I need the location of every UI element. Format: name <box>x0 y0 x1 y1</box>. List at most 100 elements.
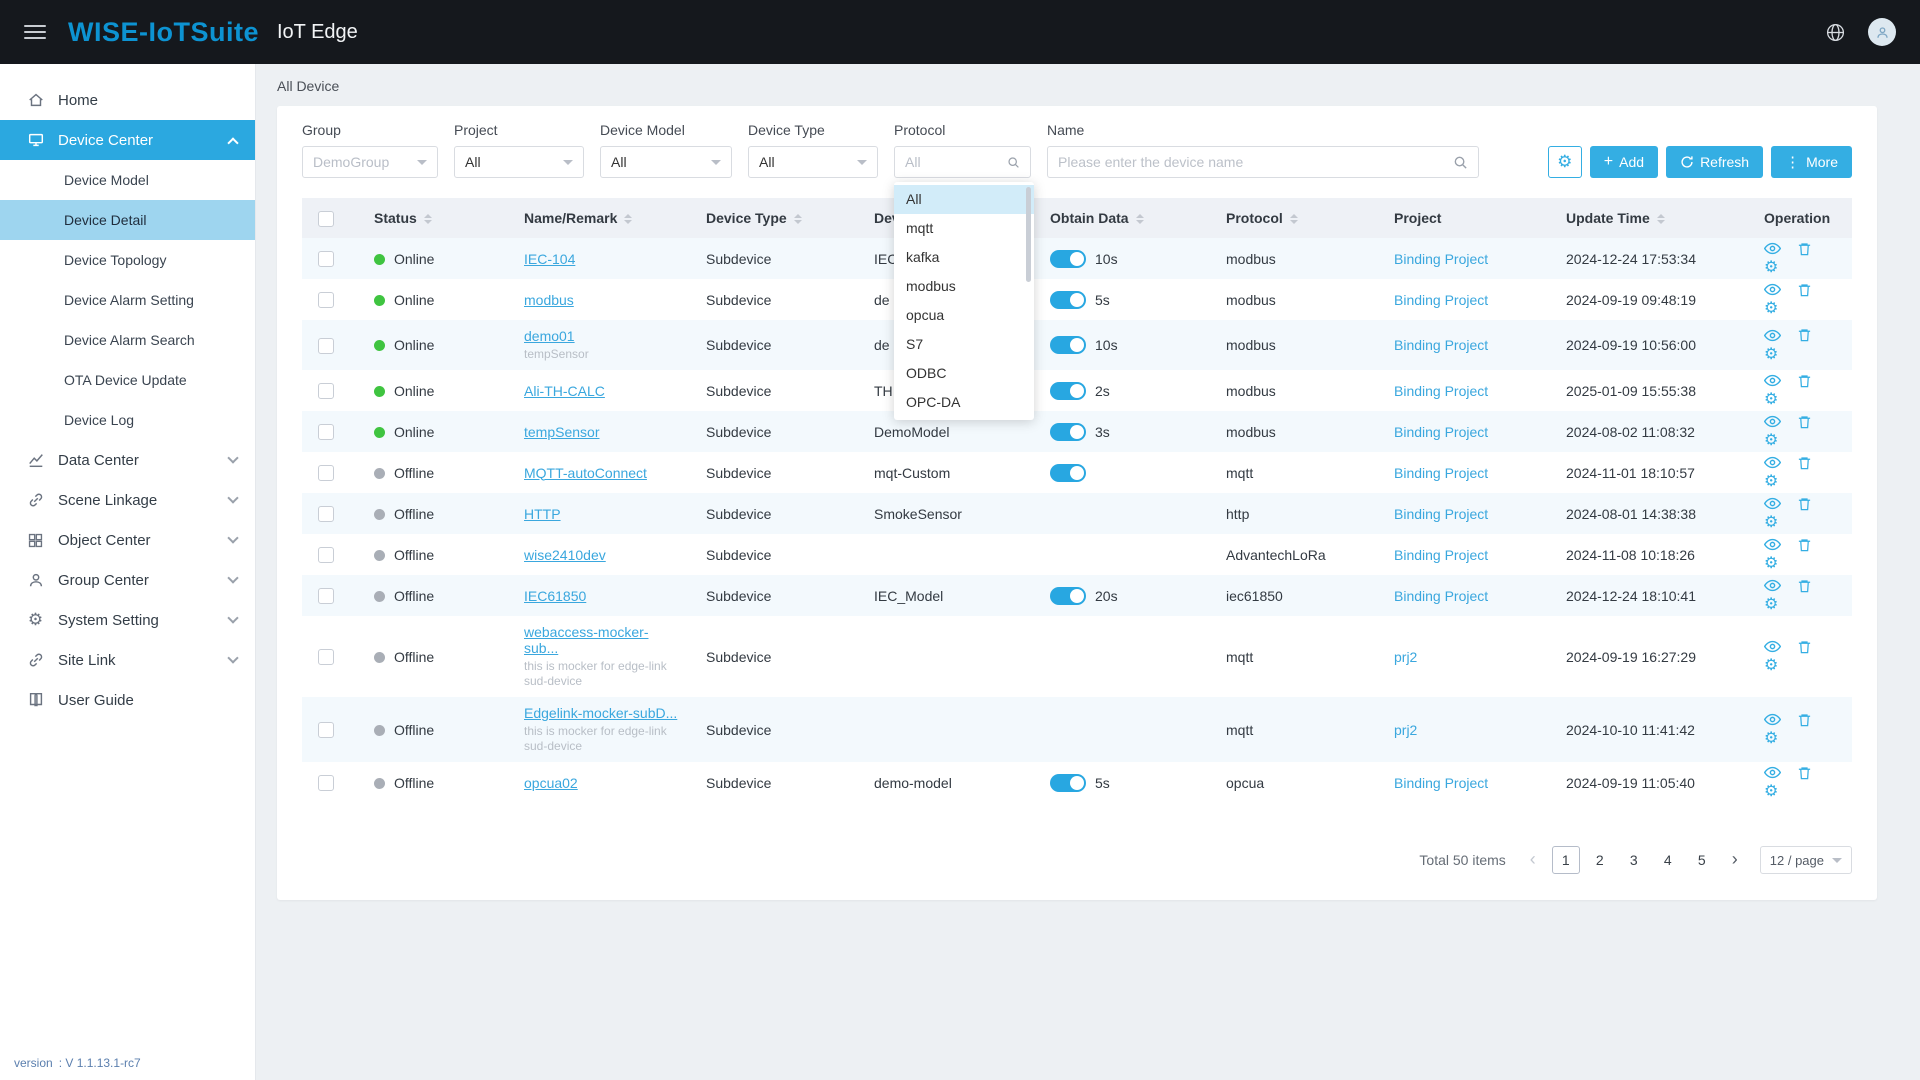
protocol-option-opcua[interactable]: opcua <box>894 301 1034 330</box>
next-page-button[interactable]: › <box>1722 846 1748 874</box>
device-name-link[interactable]: Edgelink-mocker-subD... <box>524 705 677 721</box>
device-name-link[interactable]: webaccess-mocker-sub... <box>524 624 648 656</box>
sidebar-item-site-link[interactable]: Site Link <box>0 640 255 680</box>
device-name-link[interactable]: modbus <box>524 292 574 308</box>
delete-icon[interactable] <box>1797 327 1812 343</box>
column-device-type[interactable]: Device Type <box>690 198 858 238</box>
sidebar-item-device-alarm-setting[interactable]: Device Alarm Setting <box>0 280 255 320</box>
delete-icon[interactable] <box>1797 712 1812 728</box>
delete-icon[interactable] <box>1797 414 1812 430</box>
row-checkbox[interactable] <box>318 251 334 267</box>
project-link[interactable]: Binding Project <box>1394 383 1488 399</box>
obtain-toggle[interactable] <box>1050 423 1086 441</box>
device-name-link[interactable]: MQTT-autoConnect <box>524 465 647 481</box>
settings-icon[interactable]: ⚙ <box>1764 553 1778 573</box>
settings-icon[interactable]: ⚙ <box>1764 471 1778 491</box>
sidebar-item-device-alarm-search[interactable]: Device Alarm Search <box>0 320 255 360</box>
sidebar-item-user-guide[interactable]: User Guide <box>0 680 255 720</box>
delete-icon[interactable] <box>1797 639 1812 655</box>
sidebar-item-data-center[interactable]: Data Center <box>0 440 255 480</box>
globe-icon[interactable] <box>1825 22 1846 43</box>
protocol-option-opc-da[interactable]: OPC-DA <box>894 388 1034 417</box>
row-checkbox[interactable] <box>318 588 334 604</box>
column-update-time[interactable]: Update Time <box>1550 198 1748 238</box>
project-link[interactable]: Binding Project <box>1394 588 1488 604</box>
delete-icon[interactable] <box>1797 241 1812 257</box>
page-button-5[interactable]: 5 <box>1688 846 1716 874</box>
project-link[interactable]: Binding Project <box>1394 424 1488 440</box>
view-icon[interactable] <box>1764 711 1781 728</box>
sort-icon[interactable] <box>1136 214 1144 224</box>
dropdown-scrollbar[interactable] <box>1026 187 1031 282</box>
row-checkbox[interactable] <box>318 649 334 665</box>
device-name-link[interactable]: tempSensor <box>524 424 599 440</box>
prev-page-button[interactable]: ‹ <box>1520 846 1546 874</box>
settings-icon[interactable]: ⚙ <box>1764 655 1778 675</box>
view-icon[interactable] <box>1764 577 1781 594</box>
sidebar-item-device-model[interactable]: Device Model <box>0 160 255 200</box>
column-protocol[interactable]: Protocol <box>1210 198 1378 238</box>
project-link[interactable]: Binding Project <box>1394 251 1488 267</box>
protocol-option-all[interactable]: All <box>894 185 1034 214</box>
protocol-option-kafka[interactable]: kafka <box>894 243 1034 272</box>
sidebar-item-device-topology[interactable]: Device Topology <box>0 240 255 280</box>
sidebar-item-object-center[interactable]: Object Center <box>0 520 255 560</box>
device-name-link[interactable]: IEC61850 <box>524 588 586 604</box>
project-link[interactable]: prj2 <box>1394 722 1417 738</box>
page-button-4[interactable]: 4 <box>1654 846 1682 874</box>
view-icon[interactable] <box>1764 536 1781 553</box>
view-icon[interactable] <box>1764 281 1781 298</box>
obtain-toggle[interactable] <box>1050 336 1086 354</box>
view-icon[interactable] <box>1764 372 1781 389</box>
obtain-toggle[interactable] <box>1050 382 1086 400</box>
delete-icon[interactable] <box>1797 496 1812 512</box>
delete-icon[interactable] <box>1797 282 1812 298</box>
sidebar-item-scene-linkage[interactable]: Scene Linkage <box>0 480 255 520</box>
project-link[interactable]: prj2 <box>1394 649 1417 665</box>
row-checkbox[interactable] <box>318 547 334 563</box>
settings-icon[interactable]: ⚙ <box>1764 594 1778 614</box>
device-name-link[interactable]: HTTP <box>524 506 561 522</box>
project-select[interactable]: All <box>454 146 584 178</box>
sidebar-item-home[interactable]: Home <box>0 80 255 120</box>
view-icon[interactable] <box>1764 454 1781 471</box>
column-settings-button[interactable]: ⚙ <box>1548 146 1582 178</box>
device-name-link[interactable]: wise2410dev <box>524 547 606 563</box>
sidebar-item-device-center[interactable]: Device Center <box>0 120 255 160</box>
obtain-toggle[interactable] <box>1050 291 1086 309</box>
select-all-checkbox[interactable] <box>318 211 334 227</box>
settings-icon[interactable]: ⚙ <box>1764 389 1778 409</box>
row-checkbox[interactable] <box>318 506 334 522</box>
view-icon[interactable] <box>1764 327 1781 344</box>
protocol-option-odbc[interactable]: ODBC <box>894 359 1034 388</box>
sort-icon[interactable] <box>424 214 432 224</box>
view-icon[interactable] <box>1764 638 1781 655</box>
project-link[interactable]: Binding Project <box>1394 547 1488 563</box>
user-avatar[interactable] <box>1868 18 1896 46</box>
view-icon[interactable] <box>1764 413 1781 430</box>
column-obtain-data[interactable]: Obtain Data <box>1034 198 1210 238</box>
settings-icon[interactable]: ⚙ <box>1764 728 1778 748</box>
sidebar-item-group-center[interactable]: Group Center <box>0 560 255 600</box>
device-name-link[interactable]: IEC-104 <box>524 251 575 267</box>
view-icon[interactable] <box>1764 495 1781 512</box>
row-checkbox[interactable] <box>318 465 334 481</box>
sort-icon[interactable] <box>794 214 802 224</box>
row-checkbox[interactable] <box>318 775 334 791</box>
obtain-toggle[interactable] <box>1050 250 1086 268</box>
sidebar-item-system-setting[interactable]: ⚙ System Setting <box>0 600 255 640</box>
row-checkbox[interactable] <box>318 722 334 738</box>
refresh-button[interactable]: Refresh <box>1666 146 1763 178</box>
settings-icon[interactable]: ⚙ <box>1764 512 1778 532</box>
protocol-option-mqtt[interactable]: mqtt <box>894 214 1034 243</box>
delete-icon[interactable] <box>1797 373 1812 389</box>
device-name-link[interactable]: Ali-TH-CALC <box>524 383 605 399</box>
row-checkbox[interactable] <box>318 292 334 308</box>
sort-icon[interactable] <box>624 214 632 224</box>
device-name-link[interactable]: demo01 <box>524 328 575 344</box>
search-icon[interactable] <box>1453 155 1468 170</box>
row-checkbox[interactable] <box>318 424 334 440</box>
sidebar-item-device-detail[interactable]: Device Detail <box>0 200 255 240</box>
protocol-option-modbus[interactable]: modbus <box>894 272 1034 301</box>
device-name-link[interactable]: opcua02 <box>524 775 578 791</box>
